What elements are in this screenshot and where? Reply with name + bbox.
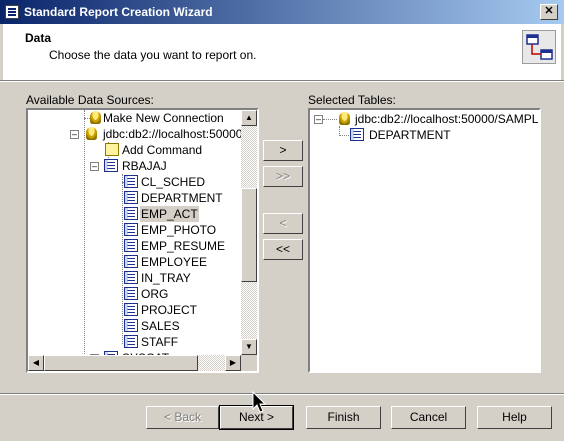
horizontal-scroll-thumb[interactable] [44,355,198,371]
tree-item-table-selected[interactable]: EMP_ACT [28,206,243,222]
tree-item-label: EMP_PHOTO [141,223,217,237]
scroll-down-button[interactable]: ▼ [241,339,257,355]
tree-item-label: RBAJAJ [122,159,167,173]
tree-item-label: DEPARTMENT [369,128,451,142]
footer-divider [0,393,564,395]
database-icon [86,127,97,140]
collapse-toggle[interactable]: – [314,115,323,124]
tree-item-table[interactable]: IN_TRAY [28,270,243,286]
tree-item-table[interactable]: DEPARTMENT [310,127,539,143]
tree-item-label: CL_SCHED [141,175,206,189]
scroll-left-button[interactable]: ◀ [28,355,44,371]
table-icon [350,128,364,141]
tree-item-label: Make New Connection [103,111,224,125]
back-button[interactable]: < Back [146,406,219,429]
tree-item-table[interactable]: CL_SCHED [28,174,243,190]
finish-button[interactable]: Finish [306,406,381,429]
tree-item-table[interactable]: ORG [28,286,243,302]
title-bar[interactable]: Standard Report Creation Wizard ✕ [0,0,564,24]
selected-tables-label: Selected Tables: [308,93,396,107]
tree-item-label: IN_TRAY [141,271,191,285]
remove-table-button[interactable]: < [263,213,303,234]
tree-item-table[interactable]: EMPLOYEE [28,254,243,270]
add-all-tables-button[interactable]: >> [263,166,303,187]
table-icon [124,223,138,236]
tree-item-table[interactable]: SALES [28,318,243,334]
scroll-right-button[interactable]: ▶ [225,355,241,371]
table-icon [124,303,138,316]
tree-item-label: DEPARTMENT [141,191,223,205]
tree-item-connection[interactable]: – jdbc:db2://localhost:50000/S [28,126,254,142]
vertical-scroll-thumb[interactable] [241,188,257,282]
tree-item-make-new-connection[interactable]: Make New Connection [28,110,243,126]
table-link-icon [522,30,556,64]
available-data-sources-label: Available Data Sources: [26,93,154,107]
collapse-toggle[interactable]: – [90,162,99,171]
schema-icon [104,159,118,172]
page-title: Data [25,31,52,45]
tree-item-table[interactable]: PROJECT [28,302,243,318]
header-divider [0,80,564,82]
tree-item-rbajaj[interactable]: – RBAJAJ [28,158,243,174]
tree-item-label: Add Command [122,143,203,157]
table-icon [124,255,138,268]
close-button[interactable]: ✕ [540,4,558,20]
tree-item-connection[interactable]: – jdbc:db2://localhost:50000/SAMPLE [310,111,539,127]
table-icon [124,239,138,252]
tree-item-table[interactable]: EMP_PHOTO [28,222,243,238]
wizard-header: Data Choose the data you want to report … [3,24,561,80]
selected-tables-tree[interactable]: – jdbc:db2://localhost:50000/SAMPLE DEPA… [308,108,541,373]
cancel-button[interactable]: Cancel [391,406,466,429]
page-subtitle: Choose the data you want to report on. [49,48,257,62]
table-icon [124,287,138,300]
tree-item-label: EMP_ACT [140,206,199,222]
available-data-sources-tree[interactable]: Make New Connection – jdbc:db2://localho… [26,108,259,373]
tree-item-label: jdbc:db2://localhost:50000/S [103,127,254,141]
table-icon [124,191,138,204]
remove-all-tables-button[interactable]: << [263,239,303,260]
scroll-up-button[interactable]: ▲ [241,110,257,126]
database-icon [339,112,350,125]
command-icon [105,143,119,156]
tree-item-label: jdbc:db2://localhost:50000/SAMPLE [355,112,541,126]
tree-item-label: ORG [141,287,169,301]
database-icon [90,111,101,124]
app-icon [5,5,19,19]
scroll-corner [241,355,257,371]
tree-item-label: STAFF [141,335,179,349]
table-icon [124,319,138,332]
tree-item-table[interactable]: DEPARTMENT [28,190,243,206]
tree-item-table[interactable]: EMP_RESUME [28,238,243,254]
table-icon [124,271,138,284]
tree-item-label: EMP_RESUME [141,239,226,253]
tree-item-table[interactable]: STAFF [28,334,243,350]
table-icon [124,335,138,348]
table-icon [124,207,138,220]
help-button[interactable]: Help [477,406,552,429]
window-title: Standard Report Creation Wizard [24,5,213,19]
table-icon [124,175,138,188]
add-table-button[interactable]: > [263,140,303,161]
collapse-toggle[interactable]: – [70,130,79,139]
tree-item-label: EMPLOYEE [141,255,208,269]
tree-item-add-command[interactable]: Add Command [28,142,243,158]
tree-item-label: SALES [141,319,180,333]
tree-item-label: PROJECT [141,303,198,317]
mouse-cursor-icon [252,391,267,413]
